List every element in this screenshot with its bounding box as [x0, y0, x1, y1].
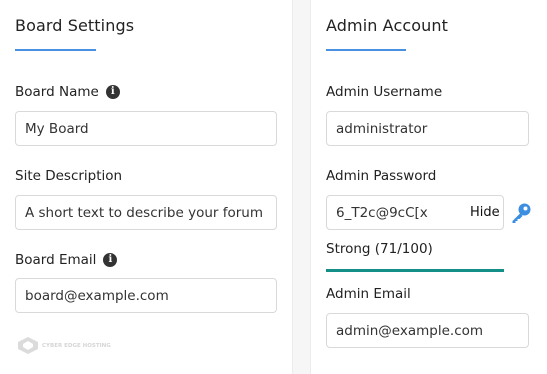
admin-account-panel: Admin Account Admin Username administrat… — [311, 0, 547, 374]
password-strength-text: Strong (71/100) — [326, 241, 433, 257]
password-row: 6_T2c@9cC[x Hide — [326, 195, 544, 230]
admin-account-underline — [326, 49, 406, 51]
board-email-input[interactable]: board@example.com — [15, 278, 277, 313]
board-name-input[interactable]: My Board — [15, 111, 277, 146]
board-email-label: Board Email — [15, 252, 97, 268]
watermark-text: CYBER EDGE HOSTING — [42, 342, 111, 349]
board-settings-underline — [15, 49, 96, 51]
board-settings-title: Board Settings — [15, 16, 135, 35]
password-strength-bar — [326, 269, 504, 272]
site-description-input[interactable]: A short text to describe your forum — [15, 195, 277, 230]
hide-password-button[interactable]: Hide — [470, 205, 500, 220]
board-name-label: Board Name — [15, 84, 99, 100]
info-icon[interactable]: i — [105, 85, 120, 99]
logo-icon — [18, 337, 38, 354]
key-icon[interactable] — [510, 202, 532, 224]
admin-username-label: Admin Username — [326, 84, 443, 100]
board-email-label-row: Board Email i — [15, 252, 118, 268]
admin-password-label: Admin Password — [326, 168, 437, 184]
admin-username-input[interactable]: administrator — [326, 111, 529, 146]
board-settings-panel: Board Settings Board Name i My Board Sit… — [0, 0, 292, 374]
watermark-logo: CYBER EDGE HOSTING — [18, 337, 111, 354]
admin-account-title: Admin Account — [326, 16, 448, 35]
info-icon[interactable]: i — [103, 253, 118, 267]
panel-divider — [292, 0, 311, 374]
board-name-label-row: Board Name i — [15, 84, 120, 100]
admin-email-input[interactable]: admin@example.com — [326, 313, 529, 348]
admin-email-label: Admin Email — [326, 286, 411, 302]
site-description-label: Site Description — [15, 168, 123, 184]
